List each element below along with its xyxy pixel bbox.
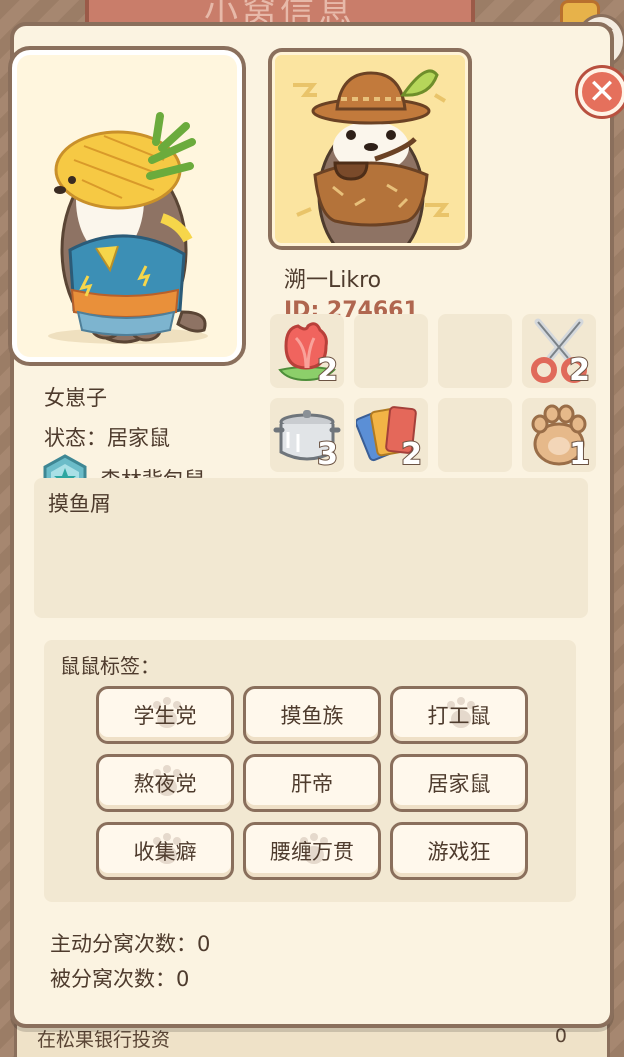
tag-button[interactable]: 居家鼠 <box>390 754 528 812</box>
passive-split-count: 被分窝次数：0 <box>50 967 190 991</box>
tag-label: 游戏狂 <box>427 840 491 864</box>
tag-label: 腰缠万贯 <box>270 840 354 864</box>
tag-label: 居家鼠 <box>427 772 491 796</box>
tags-section: 鼠鼠标签： 学生党 摸鱼族 打工鼠 熬夜党 肝帝 居家鼠 收集癖 腰缠万贯 游戏… <box>44 640 576 902</box>
close-button[interactable]: ✕ <box>578 68 624 116</box>
player-nickname: 女崽子 <box>44 386 107 410</box>
inventory-count: 2 <box>316 352 339 389</box>
tag-button[interactable]: 打工鼠 <box>390 686 528 744</box>
tag-button[interactable]: 游戏狂 <box>390 822 528 880</box>
inventory-count: 1 <box>568 436 591 473</box>
inventory-slot-4[interactable]: 2 <box>522 314 596 389</box>
tag-label: 收集癖 <box>133 840 197 864</box>
tag-label: 打工鼠 <box>427 704 491 728</box>
tag-button[interactable]: 摸鱼族 <box>243 686 381 744</box>
tag-button[interactable]: 学生党 <box>96 686 234 744</box>
otter-pineapple-hat-illustration <box>48 112 208 344</box>
inventory-count: 2 <box>400 436 423 473</box>
player-status: 状态：居家鼠 <box>44 426 170 450</box>
character-portrait <box>8 46 246 366</box>
inventory-slot-7[interactable] <box>438 398 512 472</box>
bank-row-label: 在松果银行投资 <box>37 1029 171 1051</box>
signature-box[interactable]: 摸鱼屑 <box>34 478 588 618</box>
tag-label: 学生党 <box>133 704 197 728</box>
tag-label: 摸鱼族 <box>280 704 344 728</box>
active-split-count: 主动分窝次数：0 <box>50 932 211 956</box>
tag-button[interactable]: 肝帝 <box>243 754 381 812</box>
tag-button[interactable]: 腰缠万贯 <box>243 822 381 880</box>
player-username: 溯一Likro <box>284 268 382 293</box>
inventory-slot-6[interactable]: 2 <box>354 398 428 473</box>
tag-label: 肝帝 <box>291 772 333 796</box>
inventory-slot-8[interactable]: 1 <box>522 398 596 473</box>
otter-explorer-hat-illustration <box>275 55 465 243</box>
inventory-count: 3 <box>316 436 339 473</box>
tag-label: 熬夜党 <box>133 772 197 796</box>
tag-button[interactable]: 收集癖 <box>96 822 234 880</box>
signature-text: 摸鱼屑 <box>48 492 111 516</box>
inventory-slot-2[interactable] <box>354 314 428 388</box>
tags-title: 鼠鼠标签： <box>60 654 160 678</box>
inventory-count: 2 <box>568 352 591 389</box>
bank-row-value: 0 <box>554 1025 567 1047</box>
close-icon: ✕ <box>587 72 617 112</box>
inventory-slot-5[interactable]: 3 <box>270 398 344 473</box>
inventory-slot-1[interactable]: 2 <box>270 314 344 389</box>
tag-button[interactable]: 熬夜党 <box>96 754 234 812</box>
profile-panel: 溯一Likro ID: 274661 女崽子 状态：居家鼠 森林背包鼠 2 2 <box>8 22 614 1028</box>
inventory-slot-3[interactable] <box>438 314 512 388</box>
player-avatar[interactable] <box>268 48 472 250</box>
